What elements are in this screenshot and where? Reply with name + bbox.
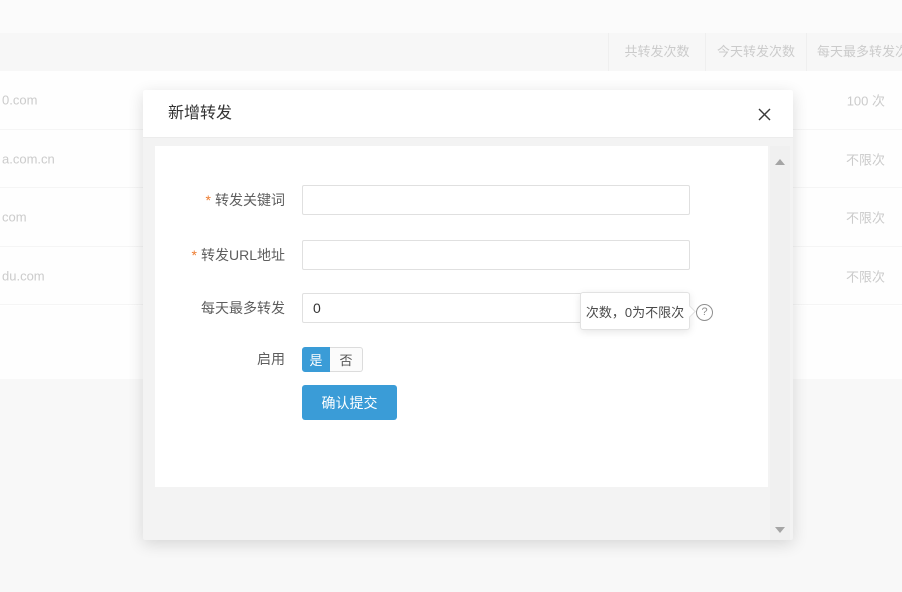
scroll-up-arrow-icon[interactable] — [775, 159, 785, 165]
confirm-submit-button[interactable]: 确认提交 — [302, 385, 397, 420]
enable-toggle: 是 否 — [302, 347, 363, 372]
column-header-total-forwards: 共转发次数 — [608, 33, 705, 71]
help-icon[interactable]: ? — [696, 304, 713, 321]
enable-label: 启用 — [155, 347, 285, 372]
row-limit: 不限次 — [846, 149, 885, 168]
keyword-label-text: 转发关键词 — [215, 192, 285, 208]
dialog-body: *转发关键词 *转发URL地址 每天最多转发 次数，0为不限次 ? — [143, 138, 793, 540]
required-asterisk: * — [206, 192, 211, 208]
background-top-bar — [0, 0, 902, 33]
daily-max-label: 每天最多转发 — [155, 293, 285, 323]
tooltip-text: 次数，0为不限次 — [586, 302, 684, 321]
row-domain: 0.com — [2, 93, 37, 108]
scroll-down-arrow-icon[interactable] — [775, 527, 785, 533]
close-icon[interactable] — [753, 103, 775, 125]
column-header-daily-max-forwards: 每天最多转发次数 — [806, 33, 902, 71]
dialog-scrollbar[interactable] — [770, 146, 790, 540]
enable-no-button[interactable]: 否 — [330, 347, 363, 372]
add-forward-dialog: 新增转发 *转发关键词 *转发URL地址 — [143, 90, 793, 540]
row-domain: com — [2, 210, 27, 225]
daily-max-tooltip: 次数，0为不限次 — [580, 292, 690, 330]
dialog-title: 新增转发 — [168, 90, 232, 138]
enable-yes-button[interactable]: 是 — [302, 347, 330, 372]
row-limit: 不限次 — [846, 266, 885, 285]
required-asterisk: * — [192, 247, 197, 263]
row-limit: 不限次 — [846, 208, 885, 227]
keyword-input[interactable] — [302, 185, 690, 215]
keyword-label: *转发关键词 — [155, 185, 285, 215]
url-label-text: 转发URL地址 — [201, 247, 285, 263]
row-domain: du.com — [2, 268, 45, 283]
url-input[interactable] — [302, 240, 690, 270]
row-limit: 100 次 — [847, 91, 885, 110]
table-header-row: 共转发次数 今天转发次数 每天最多转发次数 — [0, 33, 902, 71]
url-label: *转发URL地址 — [155, 240, 285, 270]
column-header-today-forwards: 今天转发次数 — [705, 33, 806, 71]
dialog-header: 新增转发 — [143, 90, 793, 138]
row-domain: a.com.cn — [2, 151, 55, 166]
tooltip-arrow — [683, 305, 696, 318]
form-panel: *转发关键词 *转发URL地址 每天最多转发 次数，0为不限次 ? — [155, 146, 768, 487]
screen: 共转发次数 今天转发次数 每天最多转发次数 0.com 100 次 a.com.… — [0, 0, 902, 592]
